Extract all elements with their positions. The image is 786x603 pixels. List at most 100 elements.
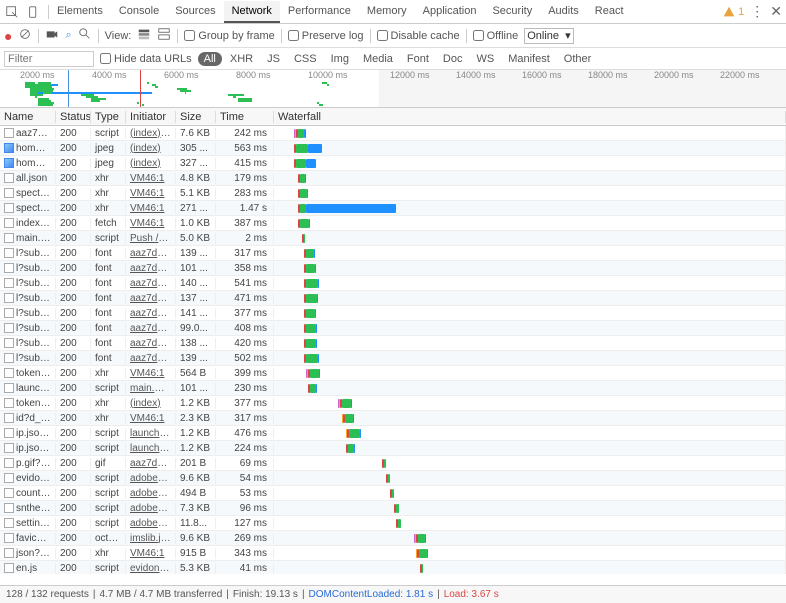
main-toolbar: ElementsConsoleSourcesNetworkPerformance… <box>0 0 786 24</box>
table-row[interactable]: ip.json?...200scriptlaunch-EN...1.2 KB47… <box>0 426 786 441</box>
tab-application[interactable]: Application <box>415 1 485 23</box>
filter-input[interactable] <box>4 51 94 67</box>
hide-data-urls-checkbox[interactable]: Hide data URLs <box>100 53 192 65</box>
tab-performance[interactable]: Performance <box>280 1 359 23</box>
filter-doc[interactable]: Doc <box>437 52 469 66</box>
file-icon <box>4 188 14 198</box>
filter-ws[interactable]: WS <box>470 52 500 66</box>
tab-memory[interactable]: Memory <box>359 1 415 23</box>
file-icon <box>4 218 14 228</box>
table-row[interactable]: country.js200scriptadobe-glo...494 B53 m… <box>0 486 786 501</box>
col-waterfall[interactable]: Waterfall <box>274 111 786 123</box>
col-type[interactable]: Type <box>91 111 126 123</box>
table-row[interactable]: token?j...200xhrVM46:1564 B399 ms <box>0 366 786 381</box>
warnings-badge[interactable]: 1 <box>722 5 744 19</box>
file-icon <box>4 503 14 513</box>
table-row[interactable]: favicon...200octe...imslib.js:2...9.6 KB… <box>0 531 786 546</box>
table-row[interactable]: launch-...200scriptmain.min.j...101 ...2… <box>0 381 786 396</box>
table-row[interactable]: p.gif?s=...200gifaaz7dvd.j...201 B69 ms <box>0 456 786 471</box>
table-row[interactable]: l?subse...200fontaaz7dvd.j...137 ...471 … <box>0 291 786 306</box>
table-row[interactable]: l?subse...200fontaaz7dvd.j...101 ...358 … <box>0 261 786 276</box>
table-row[interactable]: en.js200scriptevidon-sit...5.3 KB41 ms <box>0 561 786 574</box>
table-row[interactable]: aaz7dv...200script(index):527.6 KB242 ms <box>0 126 786 141</box>
tab-security[interactable]: Security <box>484 1 540 23</box>
camera-icon[interactable] <box>45 27 59 44</box>
tab-console[interactable]: Console <box>111 1 167 23</box>
filter-media[interactable]: Media <box>357 52 399 66</box>
table-row[interactable]: ip.json?...200scriptlaunch-EN...1.2 KB22… <box>0 441 786 456</box>
filter-all[interactable]: All <box>198 52 222 66</box>
file-icon <box>4 548 14 558</box>
table-row[interactable]: evidon-...200scriptadobe-glo...9.6 KB54 … <box>0 471 786 486</box>
table-row[interactable]: l?subse...200fontaaz7dvd.j...99.0...408 … <box>0 321 786 336</box>
filter-xhr[interactable]: XHR <box>224 52 259 66</box>
table-row[interactable]: spectru...200xhrVM46:15.1 KB283 ms <box>0 186 786 201</box>
file-icon <box>4 398 14 408</box>
filter-other[interactable]: Other <box>558 52 598 66</box>
col-initiator[interactable]: Initiator <box>126 111 176 123</box>
status-finish: Finish: 19.13 s <box>233 589 298 600</box>
col-time[interactable]: Time <box>216 111 274 123</box>
search-icon[interactable] <box>78 27 92 44</box>
table-row[interactable]: homep...200jpeg(index)327 ...415 ms <box>0 156 786 171</box>
tab-network[interactable]: Network <box>224 1 280 23</box>
table-row[interactable]: settings.js200scriptadobe-glo...11.8...1… <box>0 516 786 531</box>
file-icon <box>4 413 14 423</box>
inspect-icon[interactable] <box>4 4 20 20</box>
filter-css[interactable]: CSS <box>288 52 323 66</box>
overview-icon[interactable] <box>157 27 171 44</box>
preserve-log-checkbox[interactable]: Preserve log <box>288 30 364 42</box>
filter-icon[interactable]: ⌕ <box>65 29 71 42</box>
col-status[interactable]: Status <box>56 111 91 123</box>
file-icon <box>4 488 14 498</box>
device-icon[interactable] <box>26 4 42 20</box>
clear-icon[interactable] <box>18 27 32 44</box>
type-filters: AllXHRJSCSSImgMediaFontDocWSManifestOthe… <box>198 52 598 66</box>
tab-react[interactable]: React <box>587 1 632 23</box>
filter-manifest[interactable]: Manifest <box>502 52 556 66</box>
table-row[interactable]: index.io...200fetchVM46:11.0 KB387 ms <box>0 216 786 231</box>
file-icon <box>4 458 14 468</box>
table-row[interactable]: snthem...200scriptadobe-glo...7.3 KB96 m… <box>0 501 786 516</box>
filter-img[interactable]: Img <box>325 52 355 66</box>
status-requests: 128 / 132 requests <box>6 589 89 600</box>
file-icon <box>4 428 14 438</box>
file-icon <box>4 533 14 543</box>
table-row[interactable]: l?subse...200fontaaz7dvd.j...139 ...317 … <box>0 246 786 261</box>
network-toolbar: ● ⌕ View: Group by frame Preserve log Di… <box>0 24 786 48</box>
tab-elements[interactable]: Elements <box>49 1 111 23</box>
status-load: Load: 3.67 s <box>444 589 499 600</box>
table-row[interactable]: all.json200xhrVM46:14.8 KB179 ms <box>0 171 786 186</box>
table-row[interactable]: json?m...200xhrVM46:1915 B343 ms <box>0 546 786 561</box>
file-icon <box>4 143 14 153</box>
file-icon <box>4 278 14 288</box>
disable-cache-checkbox[interactable]: Disable cache <box>377 30 460 42</box>
col-size[interactable]: Size <box>176 111 216 123</box>
record-icon[interactable]: ● <box>4 29 12 43</box>
table-row[interactable]: l?subse...200fontaaz7dvd.j...138 ...420 … <box>0 336 786 351</box>
filter-font[interactable]: Font <box>401 52 435 66</box>
close-icon[interactable]: ✕ <box>770 3 782 20</box>
status-bar: 128 / 132 requests| 4.7 MB / 4.7 MB tran… <box>0 585 786 603</box>
request-table[interactable]: aaz7dv...200script(index):527.6 KB242 ms… <box>0 126 786 574</box>
group-by-frame-checkbox[interactable]: Group by frame <box>184 30 274 42</box>
table-row[interactable]: l?subse...200fontaaz7dvd.j...141 ...377 … <box>0 306 786 321</box>
large-rows-icon[interactable] <box>137 27 151 44</box>
tab-sources[interactable]: Sources <box>167 1 223 23</box>
table-row[interactable]: main.mi...200scriptPush / pu...5.0 KB2 m… <box>0 231 786 246</box>
file-icon <box>4 293 14 303</box>
table-row[interactable]: id?d_vi...200xhrVM46:12.3 KB317 ms <box>0 411 786 426</box>
col-name[interactable]: Name <box>0 111 56 123</box>
panel-tabs: ElementsConsoleSourcesNetworkPerformance… <box>49 1 722 23</box>
table-row[interactable]: l?subse...200fontaaz7dvd.j...140 ...541 … <box>0 276 786 291</box>
table-row[interactable]: homep...200jpeg(index)305 ...563 ms <box>0 141 786 156</box>
table-row[interactable]: spectru...200xhrVM46:1271 ...1.47 s <box>0 201 786 216</box>
more-icon[interactable]: ⋮ <box>750 3 764 20</box>
table-row[interactable]: token?j...200xhr(index)1.2 KB377 ms <box>0 396 786 411</box>
filter-js[interactable]: JS <box>261 52 286 66</box>
offline-checkbox[interactable]: Offline <box>473 30 519 42</box>
table-row[interactable]: l?subse...200fontaaz7dvd.j...139 ...502 … <box>0 351 786 366</box>
throttle-select[interactable]: Online ▾ <box>524 28 573 44</box>
overview-timeline[interactable]: 2000 ms4000 ms6000 ms8000 ms10000 ms 120… <box>0 70 786 108</box>
tab-audits[interactable]: Audits <box>540 1 587 23</box>
